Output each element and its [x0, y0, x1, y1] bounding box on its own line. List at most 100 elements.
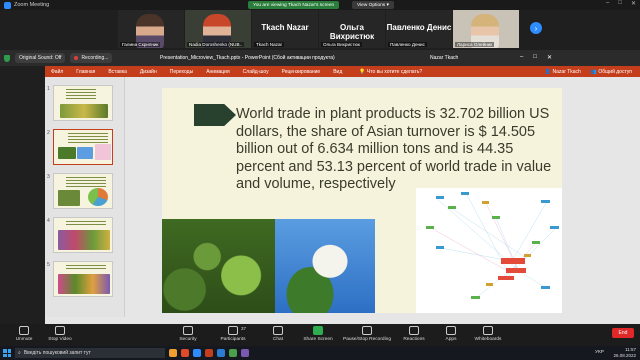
unmute-button[interactable]: Unmute	[6, 326, 42, 342]
participant-name-large: Tkach Nazar	[261, 23, 309, 32]
powerpoint-statusbar	[45, 317, 640, 324]
security-button[interactable]: Security	[170, 326, 206, 342]
thumbnail-text	[66, 177, 106, 187]
tab-review[interactable]: Рецензирование	[282, 69, 321, 75]
ribbon-tabs: Файл Главная Вставка Дизайн Переходы Ани…	[45, 66, 640, 77]
original-sound-button[interactable]: Original Sound: Off	[15, 53, 66, 63]
participant-name: Галина Скрипник	[120, 42, 161, 47]
tab-design[interactable]: Дизайн	[140, 69, 157, 75]
record-dot-icon	[74, 56, 79, 60]
apps-button[interactable]: Apps	[433, 326, 469, 342]
tab-home[interactable]: Главная	[76, 69, 95, 75]
minimize-icon[interactable]: –	[606, 0, 609, 7]
thumbnail-image	[58, 147, 76, 159]
participant-tile[interactable]: Лариса Олейник	[453, 10, 519, 48]
close-icon[interactable]: ✕	[631, 0, 636, 7]
tab-insert[interactable]: Вставка	[108, 69, 127, 75]
participant-name: Ольга Вихристюк	[321, 42, 362, 47]
browser-icon[interactable]	[181, 349, 189, 357]
slide-arrow-shape	[194, 104, 236, 126]
slide-number: 2	[47, 130, 50, 136]
ppt-account[interactable]: 👤 Nazar Tkach	[545, 69, 581, 75]
app-taskbar-icon[interactable]	[241, 349, 249, 357]
close-icon[interactable]: ✕	[547, 54, 552, 61]
chat-icon	[273, 326, 283, 335]
zoom-taskbar-icon[interactable]	[193, 349, 201, 357]
thumbnail-text	[68, 133, 108, 143]
pause-stop-recording-button[interactable]: Pause/Stop Recording	[342, 326, 392, 342]
tab-slideshow[interactable]: Слайд-шоу	[243, 69, 269, 75]
taskbar-search-input[interactable]: ⌕ Введіть пошуковий запит тут	[15, 348, 165, 358]
participant-name-large: Ольга Вихристюк	[329, 23, 375, 41]
powerpoint-window-controls: – □ ✕	[520, 54, 552, 61]
word-taskbar-icon[interactable]	[217, 349, 225, 357]
language-indicator[interactable]: УКР	[595, 350, 604, 355]
participant-tile[interactable]: Ольга Вихристюк Ольга Вихристюк	[319, 10, 385, 48]
tab-animations[interactable]: Анимация	[206, 69, 229, 75]
system-clock[interactable]: 11:57 26.08.2022	[613, 347, 636, 359]
windows-taskbar: ⌕ Введіть пошуковий запит тут УКР 11:57 2…	[0, 346, 640, 360]
whiteboard-icon	[483, 326, 493, 335]
share-screen-button[interactable]: Share Screen	[300, 326, 336, 342]
participants-button[interactable]: Participants 37	[215, 326, 251, 342]
slide-number: 3	[47, 174, 50, 180]
clock-date: 26.08.2022	[613, 353, 636, 358]
share-screen-icon	[313, 326, 323, 335]
participant-tile[interactable]: Tkach Nazar Tkach Nazar	[252, 10, 318, 48]
participant-tile[interactable]: Галина Скрипник	[118, 10, 184, 48]
thumbnail-image	[58, 230, 110, 250]
slide-number: 1	[47, 86, 50, 92]
record-icon	[362, 326, 372, 335]
slide-canvas[interactable]: World trade in plant products is 32.702 …	[162, 88, 562, 313]
thumbnail-image	[58, 274, 110, 294]
participant-name: Tkach Nazar	[254, 42, 285, 47]
meeting-controls-bar: Unmute Stop Video Security Participants 3…	[0, 324, 640, 346]
powerpoint-taskbar-icon[interactable]	[205, 349, 213, 357]
participant-tile[interactable]: Павленко Денис Павленко Денис	[386, 10, 452, 48]
microphone-icon	[19, 326, 29, 335]
trade-network-graph[interactable]	[416, 188, 562, 313]
slide-thumbnail[interactable]: 1	[47, 85, 113, 121]
slide-thumbnail-selected[interactable]: 2	[47, 129, 113, 165]
minimize-icon[interactable]: –	[520, 54, 523, 61]
slide-thumbnail-pane: 1 2 3 4 5	[45, 77, 125, 317]
end-meeting-button[interactable]: End	[612, 328, 634, 338]
app-taskbar-icon[interactable]	[229, 349, 237, 357]
slide-thumbnail[interactable]: 4	[47, 217, 113, 253]
participant-name: Лариса Олейник	[455, 42, 495, 47]
view-options-button[interactable]: View Options ▾	[352, 1, 394, 9]
recording-indicator[interactable]: Recording...	[70, 53, 113, 63]
stop-video-button[interactable]: Stop Video	[42, 326, 78, 342]
reactions-button[interactable]: Reactions	[396, 326, 432, 342]
slide-thumbnail[interactable]: 3	[47, 173, 113, 209]
thumbnail-image	[58, 190, 80, 206]
tab-view[interactable]: Вид	[333, 69, 342, 75]
thumbnail-text	[66, 221, 106, 227]
whiteboards-button[interactable]: Whiteboards	[468, 326, 508, 342]
tab-transitions[interactable]: Переходы	[170, 69, 193, 75]
thumbnail-text	[66, 89, 96, 99]
windows-start-icon[interactable]	[3, 349, 11, 357]
maximize-icon[interactable]: □	[618, 0, 622, 7]
participant-tile[interactable]: Nadia Doroshenko (NUB..	[185, 10, 251, 48]
participant-strip: Галина Скрипник Nadia Doroshenko (NUB.. …	[118, 10, 519, 48]
participant-name: Nadia Doroshenko (NUB..	[187, 42, 245, 47]
search-icon: ⌕	[18, 350, 21, 356]
shield-icon	[183, 326, 193, 335]
flowering-plant-photo[interactable]	[275, 219, 375, 313]
mint-plant-photo[interactable]	[162, 219, 275, 313]
thumbnail-text	[66, 265, 106, 271]
maximize-icon[interactable]: □	[533, 54, 537, 61]
share-document-button[interactable]: 👥 Общий доступ	[591, 69, 632, 75]
participant-count: 37	[241, 326, 247, 331]
participant-name-large: Павленко Денис	[386, 23, 452, 32]
next-participants-button[interactable]: ›	[530, 22, 542, 34]
chat-button[interactable]: Chat	[260, 326, 296, 342]
slide-thumbnail[interactable]: 5	[47, 261, 113, 297]
tell-me-search[interactable]: 💡 Что вы хотите сделать?	[359, 69, 422, 75]
file-explorer-icon[interactable]	[169, 349, 177, 357]
tab-file[interactable]: Файл	[51, 69, 63, 75]
apps-icon	[446, 326, 456, 335]
slide-body-text[interactable]: World trade in plant products is 32.702 …	[236, 106, 556, 194]
thumbnail-image	[77, 147, 93, 159]
